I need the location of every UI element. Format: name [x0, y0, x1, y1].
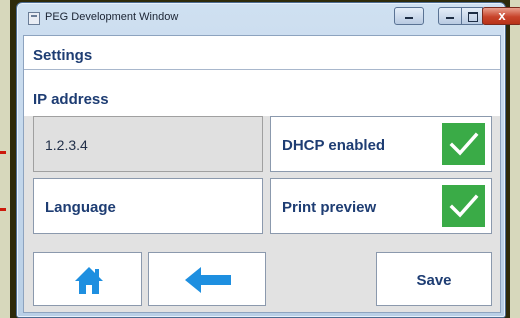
checkmark-icon	[449, 194, 479, 218]
minimize-button[interactable]	[394, 7, 424, 25]
settings-panel: 1.2.3.4 DHCP enabled Language Print prev…	[24, 116, 500, 312]
window-title: PEG Development Window	[45, 11, 179, 23]
close-icon: x	[498, 8, 506, 23]
settings-screen: Settings IP address 1.2.3.4 DHCP enabled…	[23, 35, 501, 313]
dhcp-label: DHCP enabled	[282, 137, 386, 154]
dhcp-toggle[interactable]: DHCP enabled	[270, 116, 492, 172]
checkmark-icon	[449, 132, 479, 156]
page-title: Settings	[24, 40, 500, 70]
home-icon	[75, 267, 103, 294]
language-label: Language	[45, 199, 116, 216]
print-preview-label: Print preview	[282, 199, 377, 216]
window-icon	[28, 12, 40, 25]
dhcp-checkbox[interactable]	[442, 123, 485, 165]
print-preview-toggle[interactable]: Print preview	[270, 178, 492, 234]
ip-address-label: IP address	[24, 84, 500, 114]
title-bar[interactable]: PEG Development Window x	[17, 3, 520, 33]
close-button[interactable]: x	[482, 7, 520, 25]
save-button[interactable]: Save	[376, 252, 492, 306]
ip-address-field[interactable]: 1.2.3.4	[33, 116, 263, 172]
annotation-marker	[0, 151, 6, 154]
back-button[interactable]	[148, 252, 266, 306]
ip-address-value: 1.2.3.4	[45, 137, 88, 153]
app-window: PEG Development Window x Settings IP add…	[16, 2, 520, 318]
minimize-icon	[446, 17, 454, 19]
home-button[interactable]	[33, 252, 142, 306]
maximize-button[interactable]	[461, 7, 483, 25]
minimize-icon	[405, 17, 413, 19]
left-arrow-icon	[185, 267, 231, 293]
language-button[interactable]: Language	[33, 178, 263, 234]
annotation-marker	[0, 208, 6, 211]
print-preview-checkbox[interactable]	[442, 185, 485, 227]
save-label: Save	[416, 272, 452, 289]
maximize-icon	[468, 12, 478, 22]
minimize-button[interactable]	[438, 7, 462, 25]
